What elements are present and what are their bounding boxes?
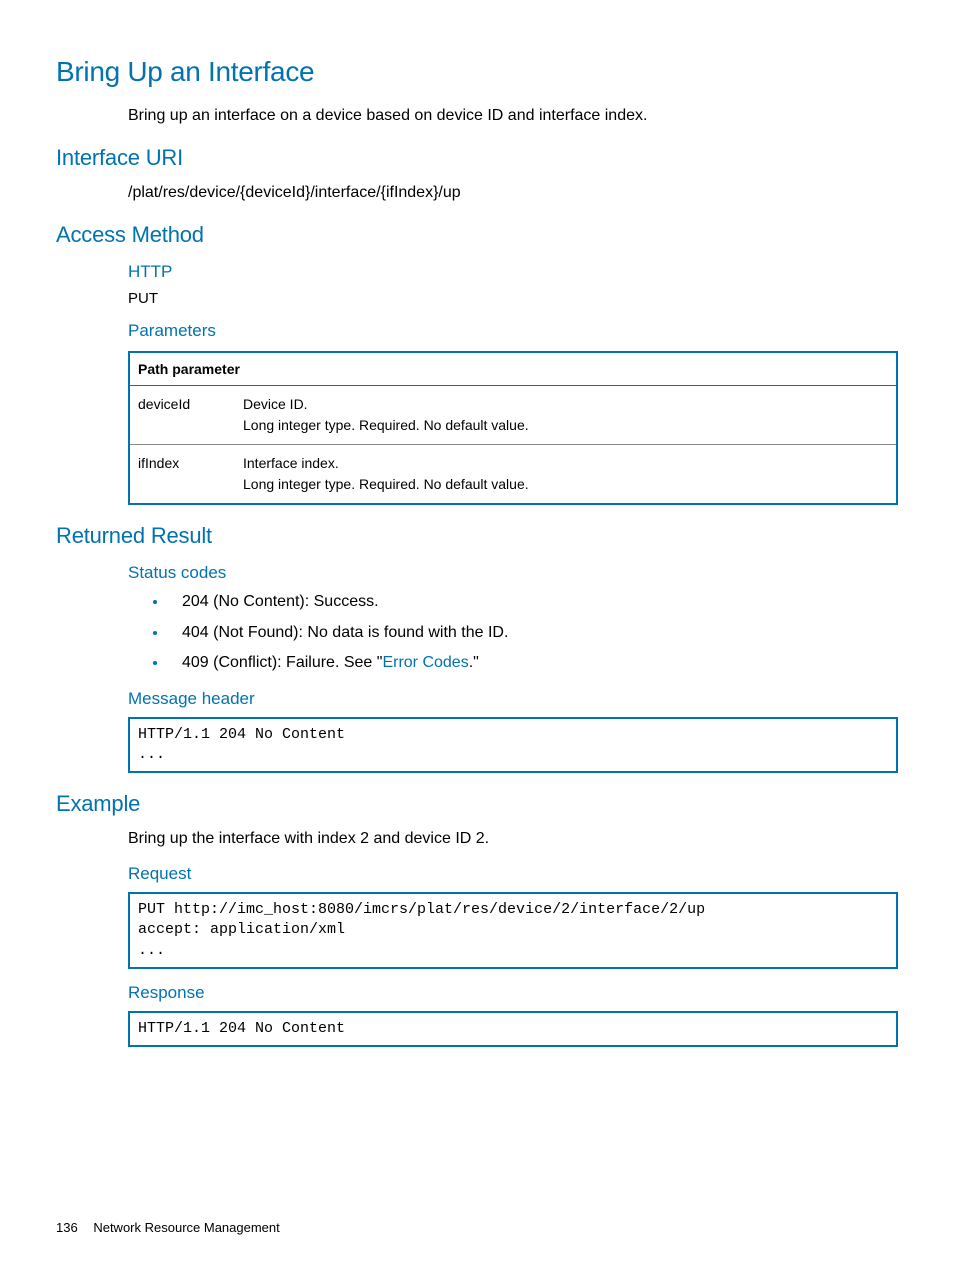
message-header-heading: Message header [128,689,898,709]
table-header: Path parameter [129,352,897,386]
response-code: HTTP/1.1 204 No Content [128,1011,898,1047]
message-header-code: HTTP/1.1 204 No Content ... [128,717,898,774]
interface-uri-value: /plat/res/device/{deviceId}/interface/{i… [128,181,898,204]
returned-result-heading: Returned Result [56,523,898,549]
status-code-item: 404 (Not Found): No data is found with t… [168,622,898,644]
param-name: ifIndex [129,445,235,505]
page-number: 136 [56,1220,78,1235]
footer-section: Network Resource Management [93,1220,279,1235]
page-footer: 136 Network Resource Management [56,1220,280,1235]
table-row: ifIndex Interface index. Long integer ty… [129,445,897,505]
param-desc: Device ID. Long integer type. Required. … [235,386,897,445]
table-row: deviceId Device ID. Long integer type. R… [129,386,897,445]
request-heading: Request [128,864,898,884]
response-heading: Response [128,983,898,1003]
example-heading: Example [56,791,898,817]
status-code-item: 409 (Conflict): Failure. See "Error Code… [168,652,898,674]
page-title: Bring Up an Interface [56,56,898,88]
error-codes-link[interactable]: Error Codes [382,654,468,671]
example-intro: Bring up the interface with index 2 and … [128,827,898,850]
access-method-heading: Access Method [56,222,898,248]
http-method: PUT [128,290,898,307]
parameters-table: Path parameter deviceId Device ID. Long … [128,351,898,505]
request-code: PUT http://imc_host:8080/imcrs/plat/res/… [128,892,898,969]
http-heading: HTTP [128,262,898,282]
intro-text: Bring up an interface on a device based … [128,104,898,127]
status-codes-heading: Status codes [128,563,898,583]
parameters-heading: Parameters [128,321,898,341]
param-desc: Interface index. Long integer type. Requ… [235,445,897,505]
param-name: deviceId [129,386,235,445]
interface-uri-heading: Interface URI [56,145,898,171]
status-code-item: 204 (No Content): Success. [168,591,898,613]
status-codes-list: 204 (No Content): Success. 404 (Not Foun… [168,591,898,674]
